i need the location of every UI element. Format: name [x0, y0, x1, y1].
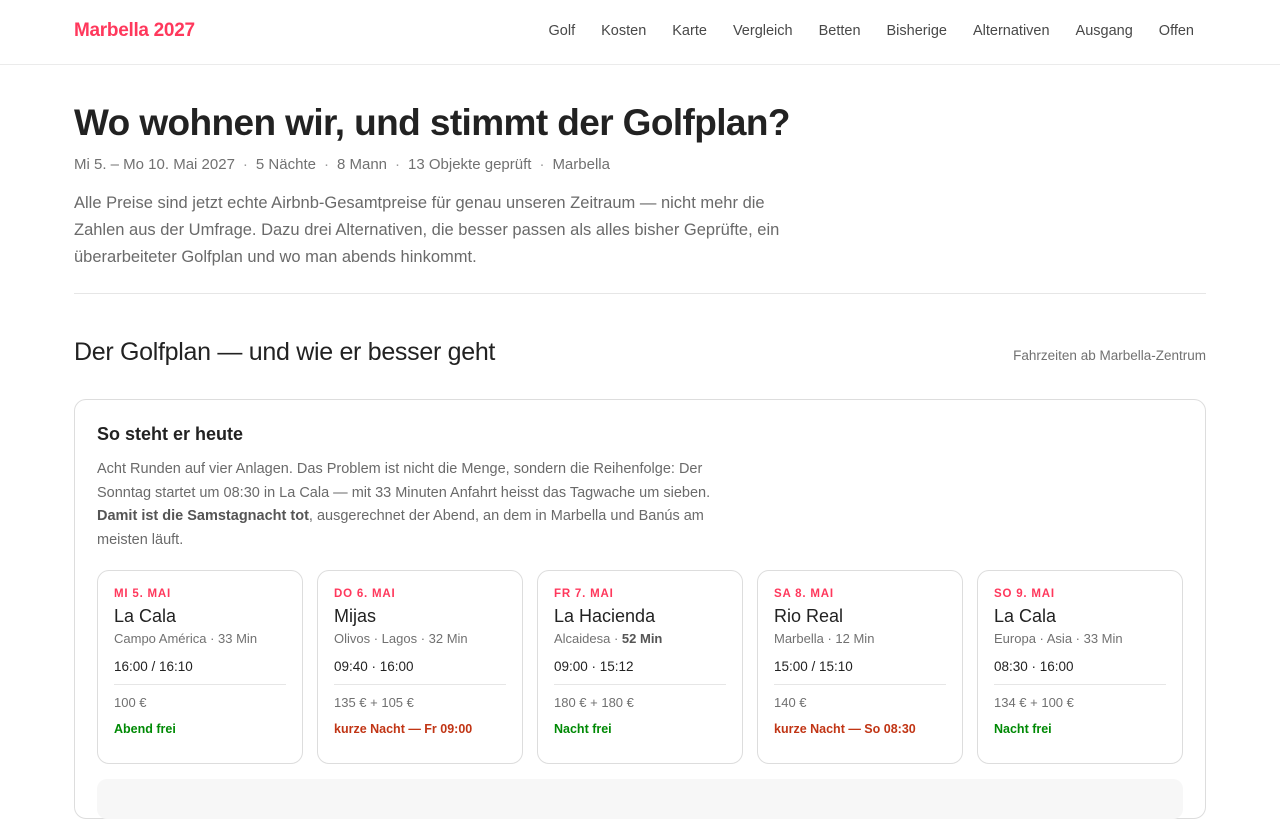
top-bar: Marbella 2027 Golf Kosten Karte Vergleic…: [0, 0, 1280, 65]
section-note: Fahrzeiten ab Marbella-Zentrum: [1013, 348, 1206, 363]
meta-location: Marbella: [552, 156, 610, 173]
golf-day-card[interactable]: MI 5. MAI La Cala Campo América · 33 Min…: [97, 570, 303, 764]
trip-meta: Mi 5. – Mo 10. Mai 2027 · 5 Nächte · 8 M…: [74, 156, 1206, 173]
day-tee-times: 16:00 / 16:10: [114, 659, 286, 685]
day-details-text: Marbella · 12 Min: [774, 631, 875, 646]
day-details-bold: 52 Min: [621, 631, 663, 646]
golf-section-header: Der Golfplan — und wie er besser geht Fa…: [74, 338, 1206, 367]
day-tee-times: 09:40 · 16:00: [334, 659, 506, 685]
meta-nights: 5 Nächte: [255, 156, 316, 173]
day-details: Europa · Asia · 33 Min: [994, 631, 1166, 646]
day-tee-times: 09:00 · 15:12: [554, 659, 726, 685]
day-price: 180 € + 180 €: [554, 695, 634, 710]
day-status: kurze Nacht — Fr 09:00: [334, 722, 473, 736]
day-details: Olivos · Lagos · 32 Min: [334, 631, 506, 646]
golf-day-card[interactable]: SA 8. MAI Rio Real Marbella · 12 Min 15:…: [757, 570, 963, 764]
day-course: La Cala: [114, 606, 177, 626]
nav-karte[interactable]: Karte: [672, 23, 707, 39]
day-status: Nacht frei: [554, 722, 612, 736]
main-content: Wo wohnen wir, und stimmt der Golfplan? …: [74, 65, 1206, 819]
golf-day-card[interactable]: FR 7. MAI La Hacienda Alcaidesa · 52 Min…: [537, 570, 743, 764]
main-nav: Golf Kosten Karte Vergleich Betten Bishe…: [523, 23, 1194, 39]
card-text-highlight: Damit ist die Samstagnacht tot: [97, 508, 309, 524]
day-date: SA 8. MAI: [774, 588, 834, 600]
nav-kosten[interactable]: Kosten: [601, 23, 646, 39]
day-date: FR 7. MAI: [554, 588, 614, 600]
section-title: Der Golfplan — und wie er besser geht: [74, 338, 496, 366]
golf-day-card[interactable]: DO 6. MAI Mijas Olivos · Lagos · 32 Min …: [317, 570, 523, 764]
day-tee-times: 08:30 · 16:00: [994, 659, 1166, 685]
day-price: 140 €: [774, 695, 807, 710]
next-panel: [97, 779, 1183, 819]
day-details: Marbella · 12 Min: [774, 631, 946, 646]
day-price: 134 € + 100 €: [994, 695, 1074, 710]
card-text-start: Acht Runden auf vier Anlagen. Das Proble…: [97, 461, 711, 501]
nav-offen[interactable]: Offen: [1159, 23, 1194, 39]
meta-dates: Mi 5. – Mo 10. Mai 2027: [74, 156, 235, 173]
day-date: MI 5. MAI: [114, 588, 172, 600]
nav-vergleich[interactable]: Vergleich: [733, 23, 793, 39]
day-details-text: Alcaidesa ·: [554, 631, 622, 646]
meta-separator: ·: [242, 156, 248, 173]
day-tee-times: 15:00 / 15:10: [774, 659, 946, 685]
day-course: Mijas: [334, 606, 377, 626]
page-title: Wo wohnen wir, und stimmt der Golfplan?: [74, 102, 791, 143]
nav-alternativen[interactable]: Alternativen: [973, 23, 1050, 39]
nav-betten[interactable]: Betten: [819, 23, 861, 39]
golf-day-list: MI 5. MAI La Cala Campo América · 33 Min…: [97, 570, 1183, 764]
meta-separator: ·: [395, 156, 401, 173]
nav-golf[interactable]: Golf: [549, 23, 576, 39]
day-details-text: Europa · Asia · 33 Min: [994, 631, 1123, 646]
card-text: Acht Runden auf vier Anlagen. Das Proble…: [97, 458, 727, 552]
day-date: SO 9. MAI: [994, 588, 1055, 600]
day-status: Nacht frei: [994, 722, 1052, 736]
nav-bisherige[interactable]: Bisherige: [887, 23, 947, 39]
day-course: Rio Real: [774, 606, 844, 626]
day-date: DO 6. MAI: [334, 588, 396, 600]
meta-people: 8 Mann: [336, 156, 388, 173]
card-title: So steht er heute: [97, 424, 244, 444]
day-details: Campo América · 33 Min: [114, 631, 286, 646]
golf-plan-card: So steht er heute Acht Runden auf vier A…: [74, 399, 1206, 819]
divider: [74, 293, 1206, 294]
brand-logo[interactable]: Marbella 2027: [74, 20, 195, 42]
meta-separator: ·: [323, 156, 329, 173]
day-status: Abend frei: [114, 722, 176, 736]
meta-objects: 13 Objekte geprüft: [408, 156, 532, 173]
day-details-text: Olivos · Lagos · 32 Min: [334, 631, 468, 646]
day-course: La Hacienda: [554, 606, 656, 626]
golf-day-card[interactable]: SO 9. MAI La Cala Europa · Asia · 33 Min…: [977, 570, 1183, 764]
day-status: kurze Nacht — So 08:30: [774, 722, 916, 736]
lead-paragraph: Alle Preise sind jetzt echte Airbnb-Gesa…: [74, 194, 780, 266]
nav-ausgang[interactable]: Ausgang: [1076, 23, 1133, 39]
day-price: 135 € + 105 €: [334, 695, 414, 710]
meta-separator: ·: [539, 156, 545, 173]
day-details: Alcaidesa · 52 Min: [554, 631, 726, 646]
day-course: La Cala: [994, 606, 1057, 626]
day-details-text: Campo América · 33 Min: [114, 631, 258, 646]
day-price: 100 €: [114, 695, 147, 710]
